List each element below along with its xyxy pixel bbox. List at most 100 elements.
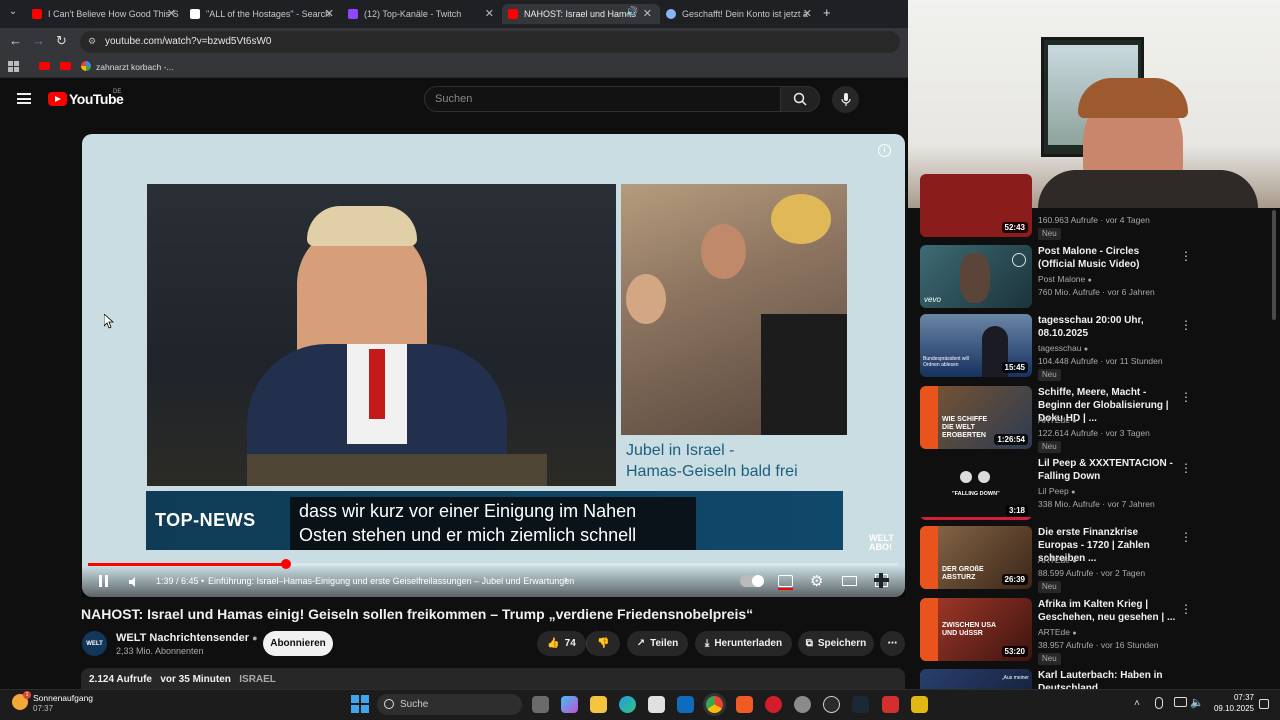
close-tab-icon[interactable]: ✕ — [485, 7, 494, 20]
video-thumbnail[interactable]: Bundespräsident will Ordnen ablesen 15:4… — [920, 314, 1032, 377]
store-icon[interactable] — [648, 696, 665, 713]
youtube-logo-icon[interactable] — [48, 92, 67, 106]
site-info-icon[interactable]: ⚙ — [88, 36, 98, 46]
copilot-icon[interactable] — [561, 696, 578, 713]
subscribe-button[interactable]: Abonnieren — [263, 631, 333, 656]
video-thumbnail[interactable]: 52:43 — [920, 174, 1032, 237]
channel-name[interactable]: WELT Nachrichtensender ● — [116, 632, 258, 644]
youtube-bookmark-icon[interactable] — [39, 62, 50, 70]
forward-icon[interactable]: → — [32, 33, 45, 48]
channel-name[interactable]: ARTEde — [1038, 627, 1070, 637]
recommended-video[interactable]: WIE SCHIFFE DIE WELT EROBERTEN 1:26:54 S… — [920, 386, 1192, 454]
search-input[interactable]: Suchen — [424, 86, 781, 112]
hashtag-link[interactable]: ISRAEL — [239, 674, 276, 685]
video-thumbnail[interactable]: DER GROßE ABSTURZ 26:39 — [920, 526, 1032, 589]
pause-icon[interactable] — [98, 575, 110, 587]
youtube-bookmark-icon[interactable] — [60, 62, 71, 70]
search-button[interactable] — [780, 86, 820, 112]
windows-start-icon[interactable] — [351, 695, 369, 713]
browser-tab[interactable]: "ALL of the Hostages" - Search ✕ — [184, 4, 342, 24]
brave-icon[interactable] — [736, 696, 753, 713]
back-icon[interactable]: ← — [9, 33, 22, 48]
close-tab-icon[interactable]: ✕ — [803, 7, 812, 20]
recommended-video[interactable]: "FALLING DOWN" 3:18 Lil Peep & XXXTENTAC… — [920, 457, 1192, 523]
chapter-title[interactable]: Einführung: Israel–Hamas-Einigung und er… — [208, 576, 574, 586]
share-button[interactable]: ↗ Teilen — [627, 631, 688, 656]
recorder-icon[interactable] — [882, 696, 899, 713]
clock-date[interactable]: 09.10.2025 — [1208, 704, 1254, 713]
menu-icon[interactable] — [17, 93, 31, 104]
clock-time[interactable]: 07:37 — [1228, 693, 1254, 702]
dislike-button[interactable]: 👎 — [586, 631, 620, 656]
app-icon[interactable] — [911, 696, 928, 713]
channel-name[interactable]: Lil Peep — [1038, 486, 1069, 496]
settings-gear-icon[interactable] — [794, 696, 811, 713]
chevron-right-icon[interactable]: › — [564, 574, 568, 586]
more-vertical-icon[interactable]: ⋮ — [1180, 249, 1192, 263]
steam-icon[interactable] — [852, 696, 869, 713]
recommended-video[interactable]: ZWISCHEN USA UND UdSSR 53:20 Afrika im K… — [920, 598, 1192, 666]
theater-mode-icon[interactable] — [842, 576, 857, 586]
sidebar-scrollbar[interactable] — [1272, 210, 1276, 320]
recommended-video[interactable]: DER GROßE ABSTURZ 26:39 Die erste Finanz… — [920, 526, 1192, 594]
microphone-icon[interactable] — [1155, 697, 1163, 709]
info-icon[interactable]: i — [878, 144, 891, 157]
subtitles-icon[interactable] — [777, 575, 793, 590]
more-vertical-icon[interactable]: ⋮ — [1180, 461, 1192, 475]
github-icon[interactable] — [823, 696, 840, 713]
channel-name[interactable]: ARTEde — [1038, 415, 1070, 425]
volume-icon[interactable] — [128, 575, 140, 593]
outlook-icon[interactable] — [677, 696, 694, 713]
browser-tab-active[interactable]: NAHOST: Israel und Hamas 🔊 ✕ — [502, 4, 660, 24]
settings-gear-icon[interactable]: ⚙ — [810, 572, 823, 590]
voice-search-button[interactable] — [832, 86, 859, 113]
reload-icon[interactable]: ↻ — [56, 33, 67, 49]
like-button[interactable]: 👍 74 — [537, 631, 586, 656]
opera-icon[interactable] — [765, 696, 782, 713]
video-thumbnail[interactable]: "FALLING DOWN" 3:18 — [920, 457, 1032, 520]
browser-tab[interactable]: I Can't Believe How Good This S ✕ — [26, 4, 184, 24]
audio-playing-icon[interactable]: 🔊 — [626, 7, 638, 18]
more-vertical-icon[interactable]: ⋮ — [1180, 530, 1192, 544]
channel-name[interactable]: ARTEde — [1038, 555, 1070, 565]
recommended-video[interactable]: vevo Post Malone - Circles (Official Mus… — [920, 245, 1192, 310]
volume-icon[interactable]: 🔈 — [1190, 696, 1204, 709]
notifications-icon[interactable] — [1259, 699, 1269, 709]
video-thumbnail[interactable]: „Aus meiner — [920, 669, 1032, 689]
recommended-video[interactable]: 52:43 160.963 Aufrufe · vor 4 Tagen Neu — [920, 174, 1180, 240]
more-actions-button[interactable]: ⋯ — [880, 631, 905, 656]
channel-name-text[interactable]: WELT Nachrichtensender — [116, 632, 249, 644]
more-vertical-icon[interactable]: ⋮ — [1180, 318, 1192, 332]
bookmark-link[interactable]: zahnarzt korbach -... — [96, 62, 173, 72]
tab-search-chevron-icon[interactable]: ⌄ — [4, 6, 22, 22]
browser-tab[interactable]: (12) Top-Kanäle - Twitch ✕ — [342, 4, 502, 24]
video-thumbnail[interactable]: ZWISCHEN USA UND UdSSR 53:20 — [920, 598, 1032, 661]
network-icon[interactable] — [1174, 697, 1187, 707]
weather-title[interactable]: Sonnenaufgang — [33, 693, 93, 703]
save-button[interactable]: ⧉ Speichern — [798, 631, 874, 656]
chrome-icon[interactable] — [706, 696, 723, 713]
weather-sun-icon[interactable]: 1 — [12, 691, 31, 710]
video-thumbnail[interactable]: vevo — [920, 245, 1032, 308]
channel-name[interactable]: Post Malone — [1038, 274, 1085, 284]
file-explorer-icon[interactable] — [590, 696, 607, 713]
edge-icon[interactable] — [619, 696, 636, 713]
more-vertical-icon[interactable]: ⋮ — [1180, 602, 1192, 616]
fullscreen-icon[interactable] — [874, 573, 889, 588]
recommended-video[interactable]: „Aus meiner Karl Lauterbach: Haben in De… — [920, 669, 1180, 689]
download-button[interactable]: ⤓ Herunterladen — [695, 631, 792, 656]
chevron-up-icon[interactable]: ˄ — [1134, 698, 1140, 709]
close-tab-icon[interactable]: ✕ — [325, 7, 334, 20]
recommended-video[interactable]: Bundespräsident will Ordnen ablesen 15:4… — [920, 314, 1192, 382]
task-view-icon[interactable] — [532, 696, 549, 713]
browser-tab[interactable]: Geschafft! Dein Konto ist jetzt a ✕ — [660, 4, 820, 24]
channel-avatar[interactable]: WELT — [82, 631, 107, 656]
autoplay-toggle[interactable] — [740, 575, 764, 587]
taskbar-search[interactable]: Suche — [377, 694, 522, 715]
apps-grid-icon[interactable] — [8, 61, 19, 72]
close-tab-icon[interactable]: ✕ — [167, 7, 176, 20]
more-vertical-icon[interactable]: ⋮ — [1180, 390, 1192, 404]
video-thumbnail[interactable]: WIE SCHIFFE DIE WELT EROBERTEN 1:26:54 — [920, 386, 1032, 449]
close-tab-icon[interactable]: ✕ — [643, 7, 652, 20]
channel-name[interactable]: tagesschau — [1038, 343, 1081, 353]
